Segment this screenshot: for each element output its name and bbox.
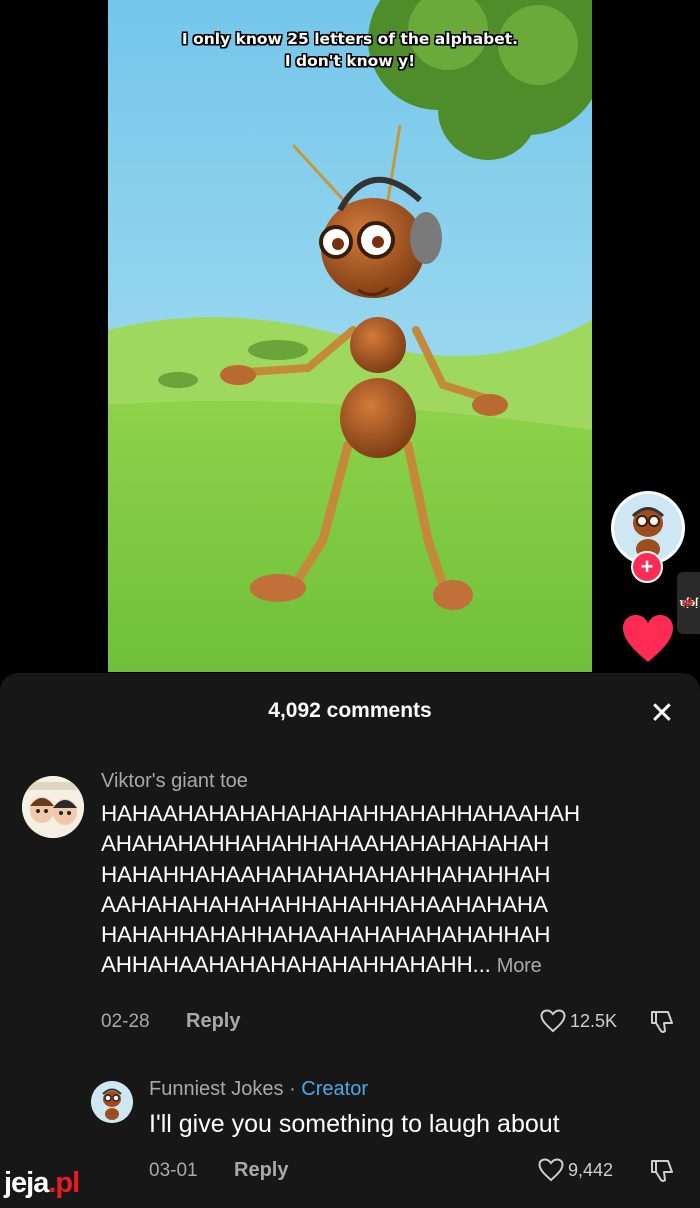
comment-text-line: HAHAHHAHAAHAHAHAHAHAHHAHAHHAH [101, 861, 551, 887]
like-count: 9,442 [568, 1159, 614, 1180]
like-button[interactable] [621, 614, 675, 664]
video-caption-line-1: I only know 25 letters of the alphabet. [181, 30, 519, 48]
dislike-button[interactable] [649, 1009, 677, 1040]
comment-text-line: HAHAHHAHAHHAHAAHAHAHAHAHAHHAH [101, 922, 551, 948]
reply-username[interactable]: Funniest Jokes · Creator [149, 1078, 368, 1101]
reply-text: I'll give you something to laugh about [149, 1110, 560, 1138]
jeja-logo-watermark: jeja.pl [4, 1167, 80, 1199]
reply-like-button[interactable]: 9,442 [538, 1158, 613, 1182]
reply-date: 03-01 [149, 1160, 198, 1181]
follow-button[interactable]: + [631, 551, 663, 583]
video-player[interactable]: I only know 25 letters of the alphabet. … [108, 0, 592, 672]
creator-reply-avatar[interactable] [91, 1081, 133, 1123]
comment-text-line: AAHAHAHAHAHAHHAHAHHAHAAHAHAHA [101, 891, 548, 917]
comment-text-line: AHAHAHAHHAHAHHAHAAHAHAHAHAHAH [101, 831, 550, 857]
comment-text-line: HAHAAHAHAHAHAHAHAHHAHAHHAHAAHAH [101, 801, 580, 826]
heart-outline-icon [538, 1158, 564, 1182]
more-link[interactable]: More [497, 955, 542, 977]
comment-like-button[interactable]: 12.5K [540, 1009, 617, 1033]
heart-outline-icon [540, 1009, 566, 1033]
thumbs-down-icon [651, 1160, 673, 1182]
reply-button[interactable]: Reply [234, 1159, 288, 1182]
heart-icon [623, 615, 673, 662]
video-frame-ant-character [108, 0, 592, 672]
comments-sheet: 4,092 comments ✕ Viktor's giant toe HAHA… [0, 673, 700, 1208]
video-caption-line-2: I don't know y! [284, 52, 416, 70]
comment-username[interactable]: Viktor's giant toe [101, 770, 248, 793]
comment-text: HAHAAHAHAHAHAHAHAHHAHAHHAHAAHAH AHAHAHAH… [101, 799, 691, 982]
close-icon: ✕ [649, 697, 675, 730]
commenter-avatar[interactable] [22, 776, 84, 838]
comment-date: 02-28 [101, 1011, 150, 1032]
like-count: 12.5K [570, 1010, 618, 1031]
dislike-button[interactable] [649, 1158, 677, 1189]
comment-text-line: AHHAHAAHAHAHAHAHAHHAHAHH... More [101, 952, 542, 978]
close-button[interactable]: ✕ [646, 699, 678, 731]
thumbs-down-icon [651, 1011, 673, 1033]
comments-count-title: 4,092 comments [268, 699, 432, 722]
creator-badge: Creator [301, 1078, 368, 1100]
jeja-side-watermark: jeja .pl [677, 572, 700, 634]
reply-button[interactable]: Reply [186, 1010, 240, 1033]
plus-icon: + [640, 554, 654, 579]
